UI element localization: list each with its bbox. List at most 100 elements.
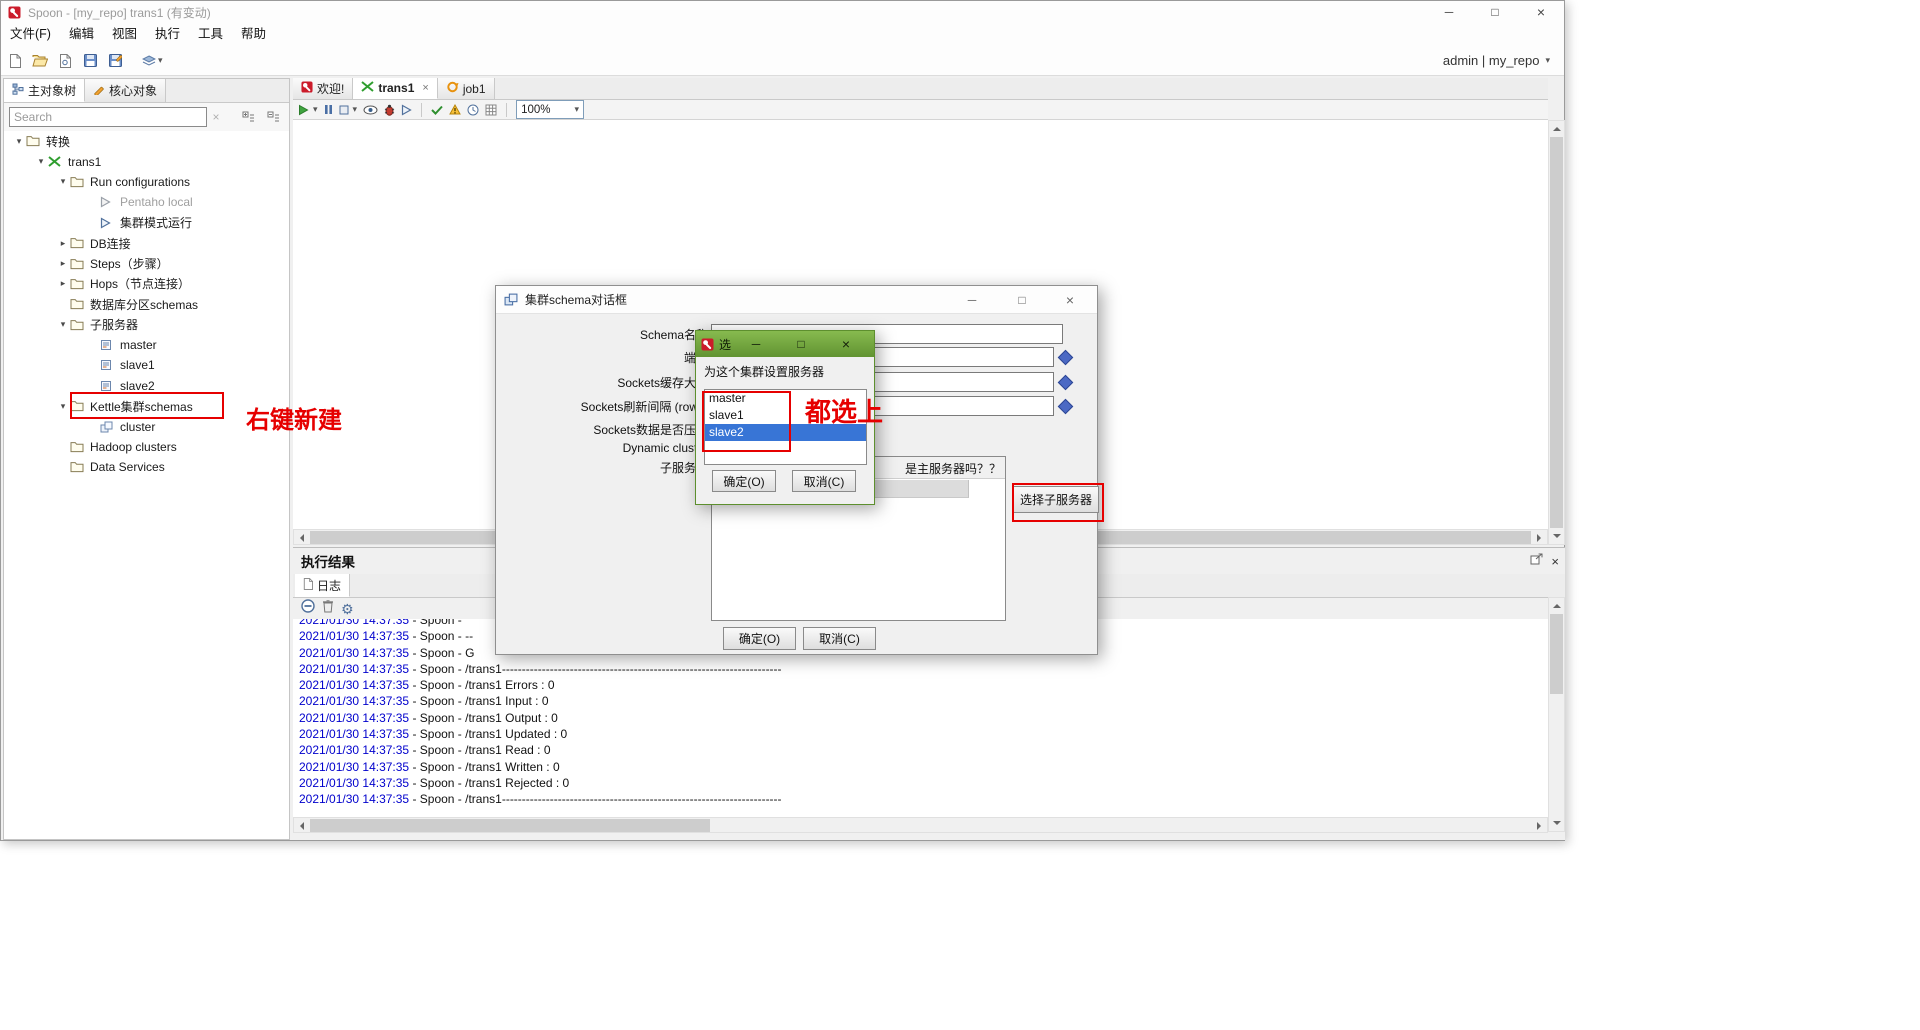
tree-item-partition-schemas[interactable]: 数据库分区schemas	[4, 294, 289, 314]
verify-button[interactable]	[431, 101, 443, 119]
stop-options-caret-icon[interactable]: ▾	[353, 104, 358, 115]
scroll-right-arrow[interactable]	[1532, 530, 1547, 545]
run-options-caret-icon[interactable]: ▾	[313, 104, 318, 115]
perspective-caret-icon[interactable]: ▾	[158, 55, 163, 66]
impact-button[interactable]	[449, 101, 461, 119]
chevron-down-icon[interactable]: ▾	[56, 319, 70, 330]
user-area[interactable]: admin | my_repo ▾	[1443, 46, 1550, 75]
log-vscrollbar[interactable]	[1548, 597, 1565, 832]
log-settings-gear-icon[interactable]: ⚙	[341, 602, 354, 616]
metrics-button[interactable]	[467, 101, 479, 119]
chevron-down-icon[interactable]: ▾	[12, 136, 26, 147]
results-close-icon[interactable]: ×	[1551, 554, 1559, 569]
replay-button[interactable]	[401, 101, 412, 119]
canvas-vscroll-thumb[interactable]	[1550, 137, 1563, 528]
dialog-minimize-button[interactable]: ─	[746, 334, 766, 354]
scroll-down-arrow[interactable]	[1549, 529, 1564, 544]
close-button[interactable]: ×	[1518, 1, 1564, 23]
tree-item-hops[interactable]: ▸ Hops（节点连接）	[4, 274, 289, 294]
tree-item-transformations[interactable]: ▾ 转换	[4, 131, 289, 151]
scroll-left-arrow[interactable]	[294, 530, 309, 545]
stop-button[interactable]	[339, 101, 349, 119]
tree-item-slave1[interactable]: slave1	[4, 355, 289, 375]
log-hscrollbar[interactable]	[293, 817, 1548, 833]
menu-file[interactable]: 文件(F)	[1, 23, 60, 46]
new-file-button[interactable]	[4, 50, 26, 72]
tree-item-hadoop-clusters[interactable]: Hadoop clusters	[4, 437, 289, 457]
search-clear-icon[interactable]: ×	[207, 110, 225, 124]
tab-core-objects[interactable]: 核心对象	[85, 79, 167, 102]
chevron-down-icon[interactable]: ▾	[56, 401, 70, 412]
cluster-ok-button[interactable]: 确定(O)	[723, 627, 796, 650]
dialog-maximize-button[interactable]: □	[791, 334, 811, 354]
log-hscroll-thumb[interactable]	[310, 819, 710, 832]
dialog-close-button[interactable]: ×	[1056, 289, 1084, 311]
preview-button[interactable]	[363, 101, 378, 119]
debug-button[interactable]	[384, 101, 395, 119]
tree-item-data-services[interactable]: Data Services	[4, 457, 289, 477]
trash-icon[interactable]	[322, 599, 334, 618]
variable-icon[interactable]	[1057, 374, 1074, 391]
menu-help[interactable]: 帮助	[232, 23, 275, 46]
variable-icon[interactable]	[1057, 349, 1074, 366]
open-external-icon[interactable]	[1530, 552, 1543, 570]
collapse-all-icon[interactable]	[262, 106, 284, 128]
cluster-dialog-titlebar[interactable]: 集群schema对话框 ─ □ ×	[496, 286, 1097, 314]
clear-log-button[interactable]	[301, 599, 315, 618]
tab-job1[interactable]: job1	[437, 78, 495, 99]
chevron-right-icon[interactable]: ▸	[56, 258, 70, 269]
run-button[interactable]	[298, 101, 309, 119]
dialog-minimize-button[interactable]: ─	[958, 289, 986, 311]
zoom-select[interactable]: 100% ▾	[516, 100, 585, 119]
save-as-button[interactable]	[104, 50, 126, 72]
save-button[interactable]	[79, 50, 101, 72]
select-dialog-titlebar[interactable]: 选 ─ □ ×	[696, 331, 874, 357]
select-cancel-button[interactable]: 取消(C)	[792, 470, 856, 492]
explore-repository-button[interactable]	[54, 50, 76, 72]
tree-item-db-connections[interactable]: ▸ DB连接	[4, 233, 289, 253]
tab-trans1[interactable]: trans1 ×	[353, 78, 438, 99]
chevron-right-icon[interactable]: ▸	[56, 278, 70, 289]
maximize-button[interactable]: □	[1472, 1, 1518, 23]
chevron-down-icon[interactable]: ▾	[34, 156, 48, 167]
expand-all-icon[interactable]	[237, 106, 259, 128]
cluster-cancel-button[interactable]: 取消(C)	[803, 627, 876, 650]
tab-close-icon[interactable]: ×	[422, 82, 428, 94]
minimize-button[interactable]: ─	[1426, 1, 1472, 23]
tree-item-cluster-run-config[interactable]: 集群模式运行	[4, 213, 289, 233]
tab-log[interactable]: 日志	[295, 574, 351, 597]
tree-item-run-configurations[interactable]: ▾ Run configurations	[4, 172, 289, 192]
tab-core-objects-label: 核心对象	[109, 84, 158, 98]
tree-item-slave-servers[interactable]: ▾ 子服务器	[4, 315, 289, 335]
chevron-down-icon[interactable]: ▾	[56, 176, 70, 187]
variable-icon[interactable]	[1057, 398, 1074, 415]
show-grid-button[interactable]	[485, 101, 497, 119]
open-file-button[interactable]	[29, 50, 51, 72]
tree-item-pentaho-local[interactable]: Pentaho local	[4, 192, 289, 212]
select-ok-button[interactable]: 确定(O)	[712, 470, 776, 492]
menu-edit[interactable]: 编辑	[60, 23, 103, 46]
dialog-close-button[interactable]: ×	[836, 334, 856, 354]
tab-main-object-tree[interactable]: 主对象树	[4, 79, 86, 102]
pause-button[interactable]	[324, 101, 333, 119]
menu-tools[interactable]: 工具	[189, 23, 232, 46]
search-input[interactable]	[9, 107, 207, 127]
tree-item-master[interactable]: master	[4, 335, 289, 355]
scroll-up-arrow[interactable]	[1549, 598, 1564, 613]
tree-item-trans1[interactable]: ▾ trans1	[4, 151, 289, 171]
tree-item-steps[interactable]: ▸ Steps（步骤）	[4, 253, 289, 273]
tab-welcome[interactable]: 欢迎!	[293, 78, 354, 99]
scroll-right-arrow[interactable]	[1532, 818, 1547, 833]
log-vscroll-thumb[interactable]	[1550, 614, 1563, 694]
perspective-switch-button[interactable]	[138, 50, 160, 72]
titlebar[interactable]: Spoon - [my_repo] trans1 (有变动) ─ □ ×	[1, 1, 1564, 23]
canvas-vscrollbar[interactable]	[1548, 120, 1565, 545]
menu-view[interactable]: 视图	[103, 23, 146, 46]
scroll-up-arrow[interactable]	[1549, 121, 1564, 136]
close-icon: ×	[1536, 4, 1546, 20]
scroll-left-arrow[interactable]	[294, 818, 309, 833]
dialog-maximize-button[interactable]: □	[1008, 289, 1036, 311]
menu-run[interactable]: 执行	[146, 23, 189, 46]
scroll-down-arrow[interactable]	[1549, 816, 1564, 831]
chevron-right-icon[interactable]: ▸	[56, 238, 70, 249]
